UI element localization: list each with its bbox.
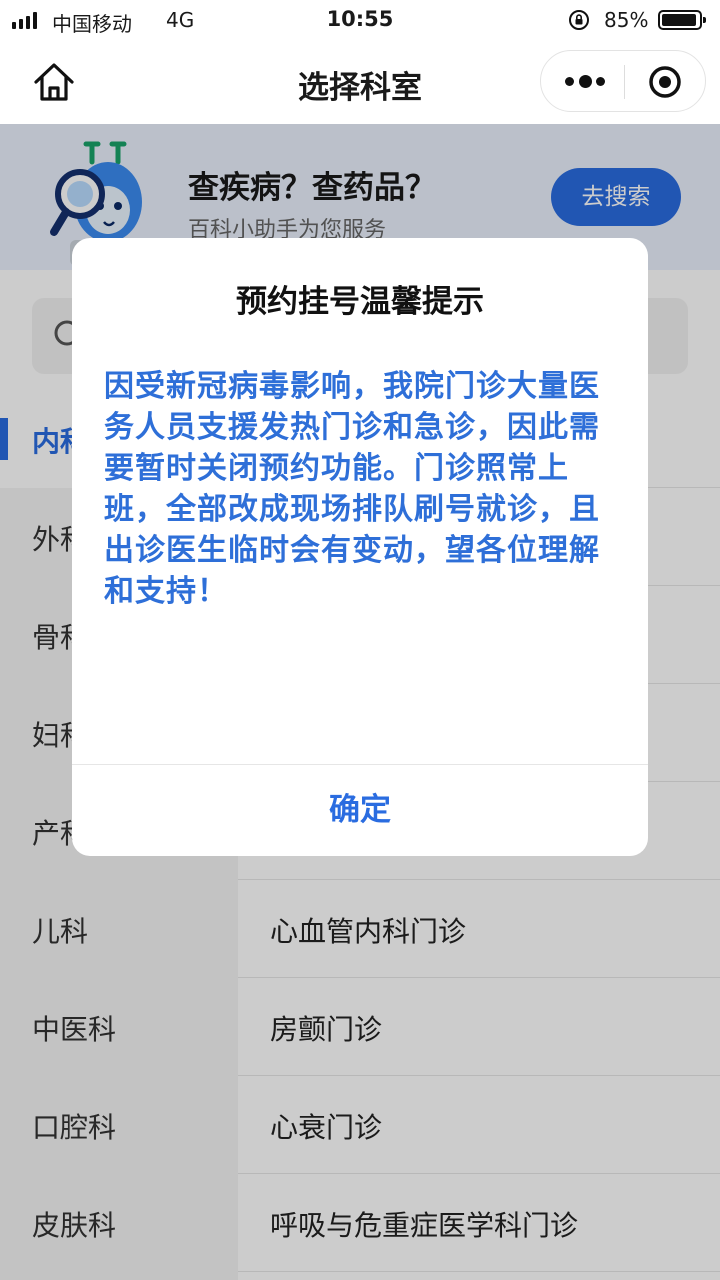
battery-icon — [658, 10, 706, 30]
mini-program-capsule — [540, 50, 706, 112]
target-icon[interactable] — [648, 65, 682, 99]
battery-percent: 85% — [604, 8, 649, 32]
notice-dialog: 预约挂号温馨提示 因受新冠病毒影响，我院门诊大量医务人员支援发热门诊和急诊，因此… — [72, 238, 648, 856]
dialog-message: 因受新冠病毒影响，我院门诊大量医务人员支援发热门诊和急诊，因此需要暂时关闭预约功… — [104, 369, 600, 609]
status-bar: 中国移动 4G 10:55 85% — [0, 0, 720, 40]
nav-bar: 选择科室 — [0, 40, 720, 124]
orientation-lock-icon — [569, 10, 589, 30]
dialog-title: 预约挂号温馨提示 — [236, 284, 484, 320]
confirm-button[interactable]: 确定 — [72, 765, 648, 856]
capsule-divider — [624, 65, 625, 99]
more-dots-icon[interactable] — [565, 68, 605, 94]
